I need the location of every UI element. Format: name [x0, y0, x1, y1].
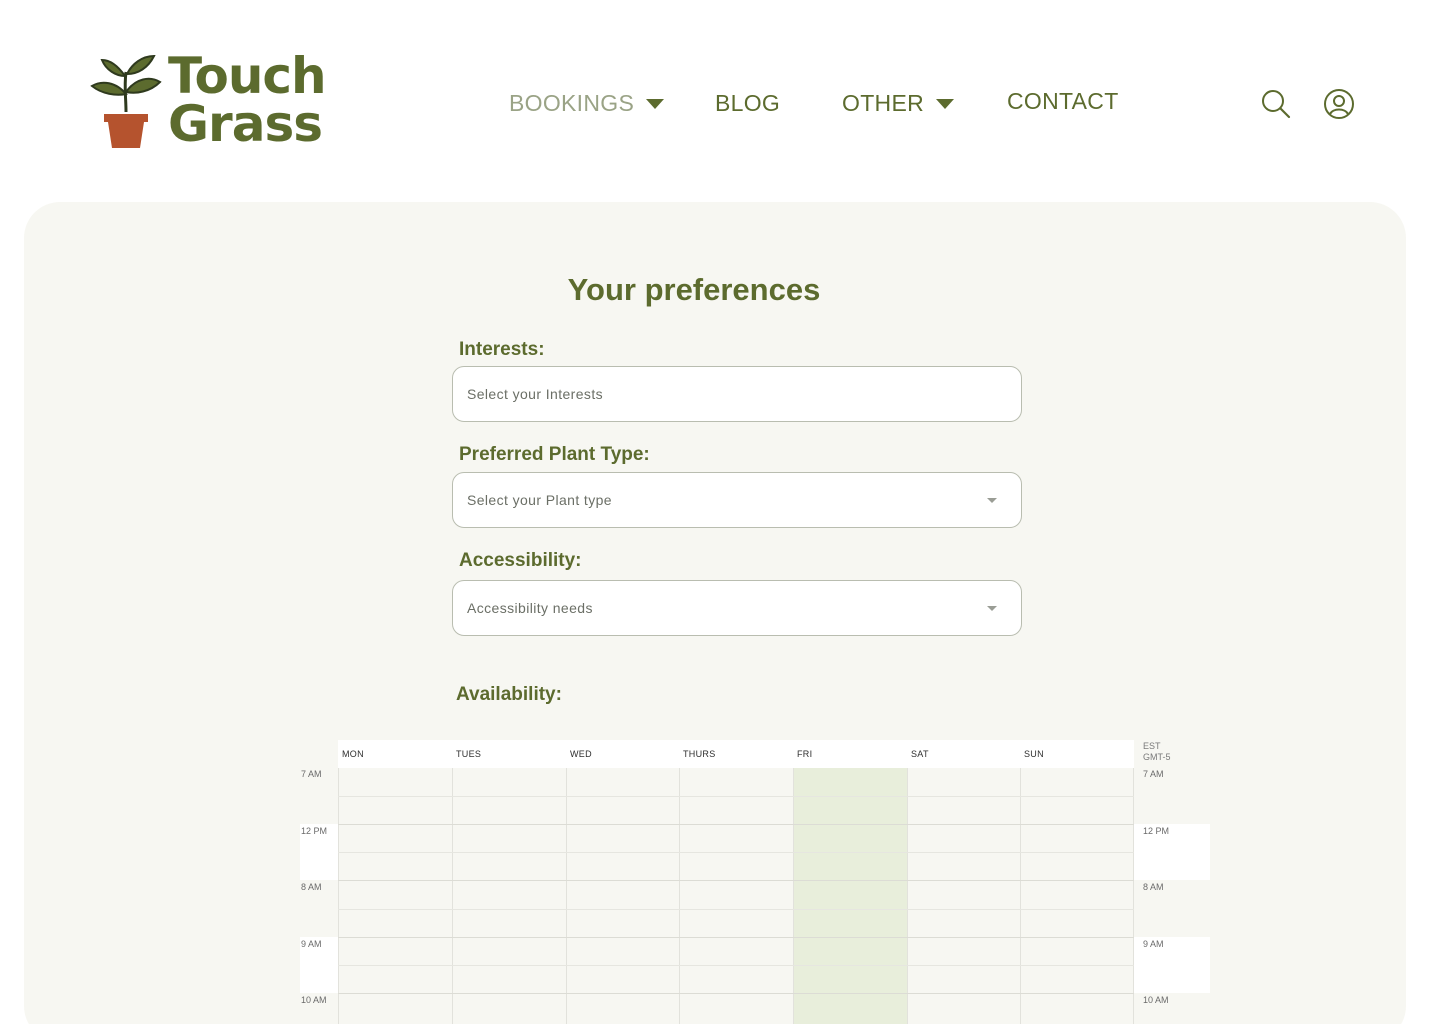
day-column-mon[interactable]: [338, 768, 452, 1024]
nav-blog[interactable]: BLOG: [715, 90, 780, 117]
accessibility-select[interactable]: Accessibility needs: [452, 580, 1022, 636]
hour-line: [338, 993, 1134, 994]
dropdown-arrow-icon: [987, 606, 997, 611]
day-column-sun[interactable]: [1020, 768, 1134, 1024]
half-hour-line: [338, 796, 1134, 797]
timezone-line2: GMT-5: [1143, 752, 1171, 762]
nav-bookings[interactable]: BOOKINGS: [509, 90, 665, 117]
interests-label: Interests:: [459, 339, 545, 360]
accessibility-placeholder: Accessibility needs: [467, 600, 593, 616]
plant-type-label: Preferred Plant Type:: [459, 444, 650, 465]
main-nav: BOOKINGS BLOG OTHER CONTACT: [0, 88, 1440, 130]
timezone-label: EST GMT-5: [1143, 741, 1171, 763]
hour-line: [338, 824, 1134, 825]
plant-type-placeholder: Select your Plant type: [467, 492, 612, 508]
nav-blog-label: BLOG: [715, 90, 781, 116]
chevron-down-icon: [936, 98, 954, 109]
hour-label-right: 12 PM: [1143, 826, 1170, 836]
hour-label-left: 12 PM: [301, 826, 328, 836]
half-hour-line: [338, 909, 1134, 910]
timezone-line1: EST: [1143, 741, 1161, 751]
day-header-thurs: THURS: [679, 740, 793, 768]
day-column-tues[interactable]: [452, 768, 566, 1024]
day-column-fri[interactable]: [793, 768, 907, 1024]
day-header-mon: MON: [338, 740, 452, 768]
day-column-wed[interactable]: [566, 768, 679, 1024]
hour-label-right: 10 AM: [1143, 995, 1169, 1005]
day-header-sun: SUN: [1020, 740, 1134, 768]
interests-input[interactable]: Select your Interests: [452, 366, 1022, 422]
user-account-icon[interactable]: [1323, 88, 1355, 120]
page-title: Your preferences: [567, 272, 821, 307]
chevron-down-icon: [646, 98, 665, 109]
hour-label-right: 7 AM: [1143, 769, 1164, 779]
nav-bookings-label: BOOKINGS: [509, 90, 635, 116]
day-column-sat[interactable]: [907, 768, 1020, 1024]
availability-calendar: MON TUES WED THURS FRI SAT SUN EST GMT-5…: [300, 740, 1210, 1024]
hour-line: [338, 937, 1134, 938]
nav-contact[interactable]: CONTACT: [1007, 88, 1119, 115]
day-header-tues: TUES: [452, 740, 566, 768]
availability-label: Availability:: [456, 684, 562, 705]
page: Touch Grass BOOKINGS BLOG OTHER CONTACT …: [0, 0, 1440, 1024]
interests-placeholder: Select your Interests: [467, 386, 604, 402]
half-hour-line: [338, 852, 1134, 853]
hour-line: [338, 880, 1134, 881]
accessibility-label: Accessibility:: [459, 550, 582, 571]
hour-label-right: 9 AM: [1143, 939, 1164, 949]
day-header-sat: SAT: [907, 740, 1020, 768]
nav-other-label: OTHER: [842, 90, 924, 116]
day-header-fri: FRI: [793, 740, 907, 768]
search-icon[interactable]: [1260, 88, 1292, 120]
hour-label-left: 7 AM: [301, 769, 322, 779]
plant-type-select[interactable]: Select your Plant type: [452, 472, 1022, 528]
half-hour-line: [338, 965, 1134, 966]
day-column-thurs[interactable]: [679, 768, 793, 1024]
nav-other[interactable]: OTHER: [842, 90, 954, 117]
hour-label-left: 8 AM: [301, 882, 322, 892]
nav-contact-label: CONTACT: [1007, 88, 1119, 114]
day-header-wed: WED: [566, 740, 679, 768]
hour-label-right: 8 AM: [1143, 882, 1164, 892]
hour-label-left: 10 AM: [301, 995, 327, 1005]
hour-label-left: 9 AM: [301, 939, 322, 949]
dropdown-arrow-icon: [987, 498, 997, 503]
